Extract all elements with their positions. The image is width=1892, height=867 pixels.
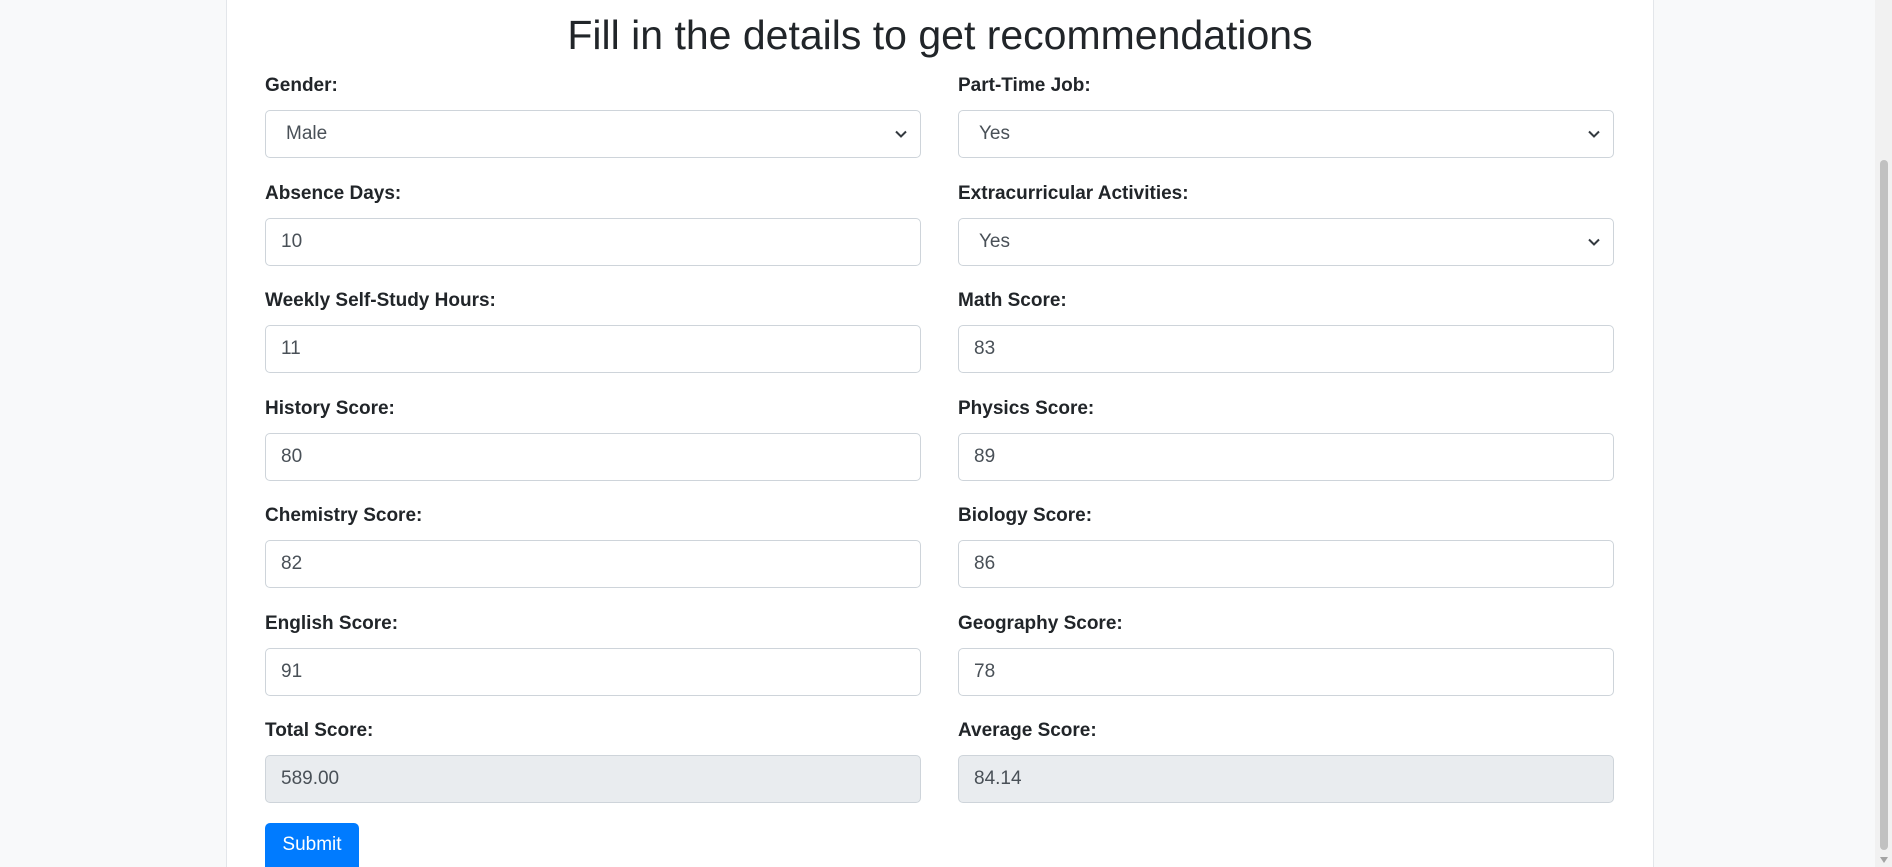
geography-score-label: Geography Score: — [958, 613, 1123, 634]
math-score-input[interactable]: 83 — [958, 325, 1614, 373]
scroll-down-icon[interactable] — [1880, 857, 1888, 863]
total-score-value: 589.00 — [281, 768, 340, 789]
chevron-down-icon — [1588, 238, 1600, 246]
absence-days-input[interactable]: 10 — [265, 218, 921, 266]
chemistry-score-value: 82 — [281, 553, 303, 574]
page: Fill in the details to get recommendatio… — [0, 0, 1892, 867]
english-score-input[interactable]: 91 — [265, 648, 921, 696]
total-score-label: Total Score: — [265, 720, 374, 741]
math-score-field: Math Score: 83 — [958, 289, 1614, 373]
extracurricular-field: Extracurricular Activities: Yes — [958, 182, 1614, 266]
total-score-input: 589.00 — [265, 755, 921, 803]
weekly-self-study-hours-input[interactable]: 11 — [265, 325, 921, 373]
biology-score-label: Biology Score: — [958, 505, 1093, 526]
history-score-input[interactable]: 80 — [265, 433, 921, 481]
gender-value: Male — [286, 123, 328, 144]
weekly-self-study-hours-field: Weekly Self-Study Hours: 11 — [265, 289, 921, 373]
math-score-value: 83 — [974, 338, 996, 359]
page-title: Fill in the details to get recommendatio… — [567, 12, 1313, 58]
physics-score-value: 89 — [974, 446, 996, 467]
vertical-scrollbar[interactable] — [1875, 0, 1892, 867]
history-score-label: History Score: — [265, 398, 395, 419]
part-time-job-value: Yes — [979, 123, 1010, 144]
average-score-label: Average Score: — [958, 720, 1097, 741]
gender-label: Gender: — [265, 75, 338, 96]
extracurricular-label: Extracurricular Activities: — [958, 183, 1189, 204]
chevron-down-icon — [895, 130, 907, 138]
physics-score-label: Physics Score: — [958, 398, 1095, 419]
gender-select[interactable]: Male — [265, 110, 921, 158]
submit-button[interactable]: Submit — [265, 823, 359, 867]
history-score-field: History Score: 80 — [265, 397, 921, 481]
english-score-value: 91 — [281, 661, 303, 682]
biology-score-value: 86 — [974, 553, 996, 574]
absence-days-field: Absence Days: 10 — [265, 182, 921, 266]
biology-score-input[interactable]: 86 — [958, 540, 1614, 588]
chemistry-score-label: Chemistry Score: — [265, 505, 423, 526]
history-score-value: 80 — [281, 446, 303, 467]
english-score-field: English Score: 91 — [265, 612, 921, 696]
gender-field: Gender: Male — [265, 74, 921, 158]
part-time-job-label: Part-Time Job: — [958, 75, 1091, 96]
part-time-job-field: Part-Time Job: Yes — [958, 74, 1614, 158]
chemistry-score-input[interactable]: 82 — [265, 540, 921, 588]
geography-score-input[interactable]: 78 — [958, 648, 1614, 696]
physics-score-input[interactable]: 89 — [958, 433, 1614, 481]
total-score-field: Total Score: 589.00 — [265, 719, 921, 803]
english-score-label: English Score: — [265, 613, 399, 634]
average-score-field: Average Score: 84.14 — [958, 719, 1614, 803]
scrollbar-thumb[interactable] — [1880, 160, 1888, 850]
part-time-job-select[interactable]: Yes — [958, 110, 1614, 158]
physics-score-field: Physics Score: 89 — [958, 397, 1614, 481]
geography-score-field: Geography Score: 78 — [958, 612, 1614, 696]
weekly-self-study-hours-value: 11 — [281, 338, 301, 359]
average-score-input: 84.14 — [958, 755, 1614, 803]
absence-days-label: Absence Days: — [265, 183, 402, 204]
chemistry-score-field: Chemistry Score: 82 — [265, 504, 921, 588]
biology-score-field: Biology Score: 86 — [958, 504, 1614, 588]
extracurricular-value: Yes — [979, 231, 1010, 252]
chevron-down-icon — [1588, 130, 1600, 138]
average-score-value: 84.14 — [974, 768, 1022, 789]
math-score-label: Math Score: — [958, 290, 1067, 311]
weekly-self-study-hours-label: Weekly Self-Study Hours: — [265, 290, 496, 311]
extracurricular-select[interactable]: Yes — [958, 218, 1614, 266]
geography-score-value: 78 — [974, 661, 996, 682]
absence-days-value: 10 — [281, 231, 303, 252]
